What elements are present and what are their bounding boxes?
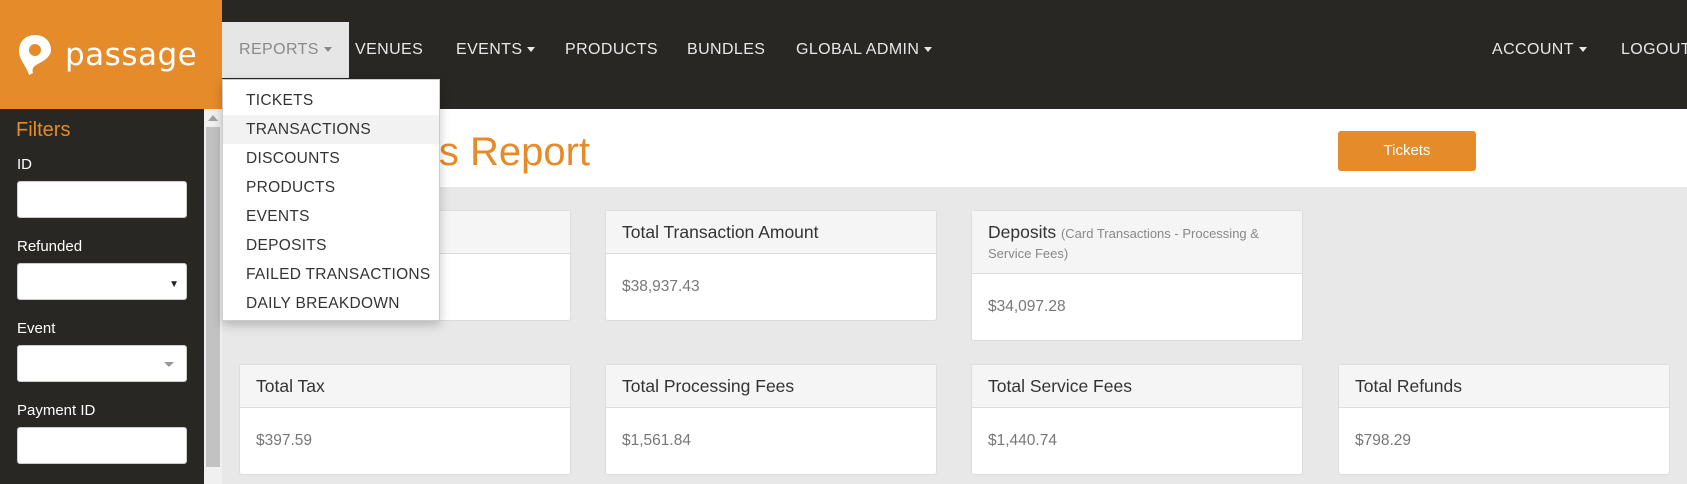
card-value: $397.59 (256, 432, 313, 449)
nav-logout[interactable]: LOGOUT (1621, 22, 1687, 78)
nav-events[interactable]: EVENTS (456, 22, 536, 78)
card-title: Total Processing Fees (606, 365, 936, 408)
reports-dropdown-menu: TICKETS TRANSACTIONS DISCOUNTS PRODUCTS … (222, 79, 440, 321)
nav-bundles[interactable]: BUNDLES (687, 22, 765, 78)
menu-item-failed-transactions[interactable]: FAILED TRANSACTIONS (223, 260, 439, 289)
nav-venues[interactable]: VENUES (355, 22, 423, 78)
menu-item-daily-breakdown[interactable]: DAILY BREAKDOWN (223, 289, 439, 318)
card-title: Total Service Fees (972, 365, 1302, 408)
caret-down-icon (323, 47, 332, 53)
tickets-button[interactable]: Tickets (1338, 131, 1476, 171)
card-value: $38,937.43 (622, 278, 700, 295)
sidebar-scrollbar[interactable] (204, 109, 222, 484)
select-arrow-icon: ▼ (169, 279, 179, 290)
caret-down-icon (527, 47, 536, 53)
event-label: Event (17, 320, 56, 337)
passage-pin-icon (17, 33, 53, 77)
summary-card-total-refunds: Total Refunds $798.29 (1338, 364, 1670, 475)
menu-item-discounts[interactable]: DISCOUNTS (223, 144, 439, 173)
card-value: $1,440.74 (988, 432, 1057, 449)
caret-down-icon (1578, 47, 1587, 53)
event-select[interactable] (17, 345, 187, 382)
nav-reports[interactable]: REPORTS (222, 22, 349, 78)
card-title: Deposits (Card Transactions - Processing… (972, 211, 1302, 274)
summary-card-total-tax: Total Tax $397.59 (239, 364, 571, 475)
summary-card-total-transaction-amount: Total Transaction Amount $38,937.43 (605, 210, 937, 321)
refunded-select[interactable]: ▼ (17, 263, 187, 300)
menu-item-tickets[interactable]: TICKETS (223, 86, 439, 115)
card-title-text: Deposits (988, 222, 1057, 242)
brand-logo[interactable]: passage (0, 0, 222, 109)
card-value: $798.29 (1355, 432, 1412, 449)
card-title: Total Tax (240, 365, 570, 408)
scroll-up-arrow-icon[interactable] (208, 115, 218, 121)
page-header: s Report Tickets (222, 109, 1687, 187)
brand-name: passage (65, 36, 198, 73)
nav-account[interactable]: ACCOUNT (1492, 22, 1587, 78)
scrollbar-thumb[interactable] (206, 127, 220, 467)
menu-item-events[interactable]: EVENTS (223, 202, 439, 231)
menu-item-transactions[interactable]: TRANSACTIONS (223, 115, 439, 144)
select-arrow-icon (164, 362, 174, 367)
payment-id-label: Payment ID (17, 402, 96, 419)
menu-item-deposits[interactable]: DEPOSITS (223, 231, 439, 260)
card-value: $1,561.84 (622, 432, 691, 449)
top-navbar: REPORTS VENUES EVENTS PRODUCTS BUNDLES G… (222, 0, 1687, 109)
refunded-label: Refunded (17, 238, 83, 255)
nav-products[interactable]: PRODUCTS (565, 22, 658, 78)
payment-id-input[interactable] (17, 427, 187, 464)
nav-global-admin[interactable]: GLOBAL ADMIN (796, 22, 933, 78)
card-title: Total Refunds (1339, 365, 1669, 408)
menu-item-products[interactable]: PRODUCTS (223, 173, 439, 202)
id-input[interactable] (17, 181, 187, 218)
caret-down-icon (924, 47, 933, 53)
filters-sidebar: Filters ID Refunded ▼ Event Payment ID (0, 109, 204, 484)
card-value: $34,097.28 (988, 298, 1066, 315)
summary-card-total-service-fees: Total Service Fees $1,440.74 (971, 364, 1303, 475)
filters-title: Filters (16, 119, 71, 141)
summary-card-total-processing-fees: Total Processing Fees $1,561.84 (605, 364, 937, 475)
id-label: ID (17, 156, 32, 173)
card-title: Total Transaction Amount (606, 211, 936, 254)
summary-card-deposits: Deposits (Card Transactions - Processing… (971, 210, 1303, 341)
